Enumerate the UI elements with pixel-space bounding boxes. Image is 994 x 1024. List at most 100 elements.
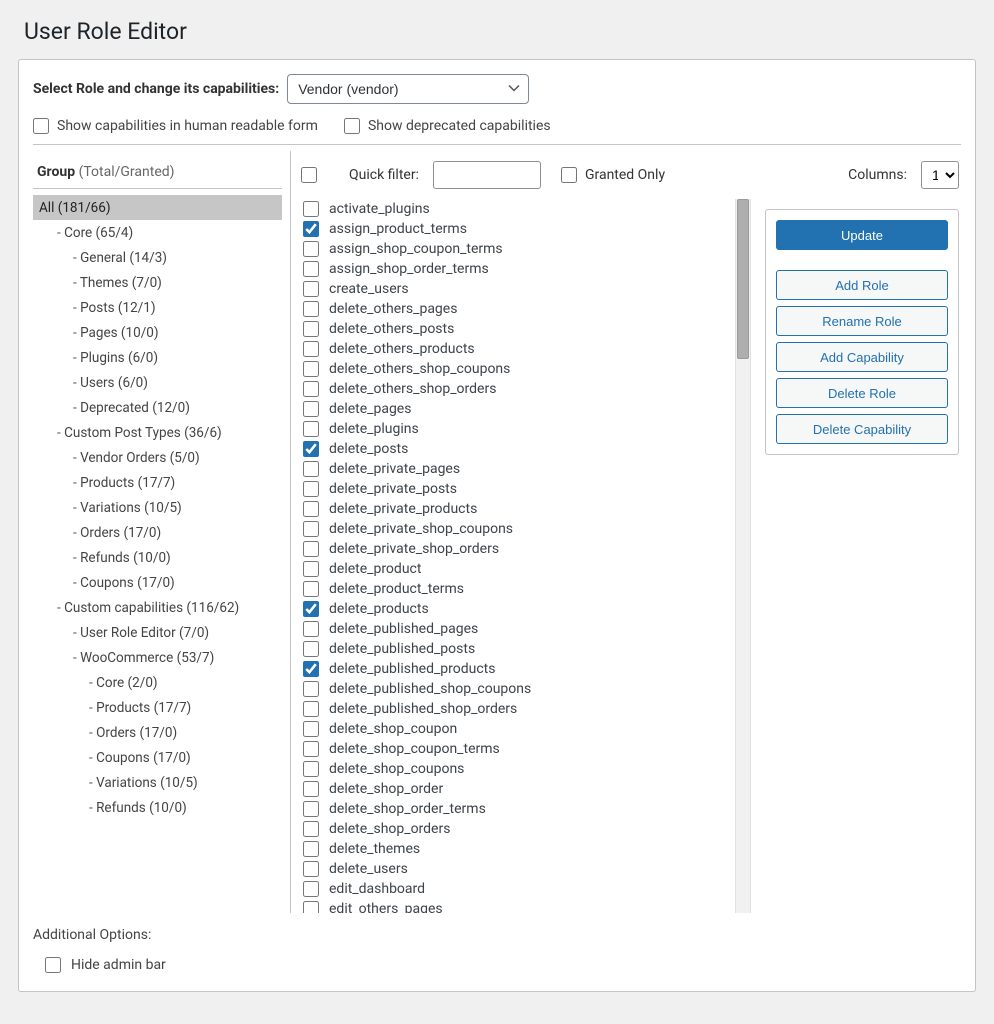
capability-checkbox[interactable] (303, 381, 319, 397)
capability-label: delete_shop_orders (329, 821, 450, 837)
capability-row: delete_others_shop_orders (301, 379, 735, 399)
group-node[interactable]: - Coupons (17/0) (83, 745, 282, 770)
deprecated-option[interactable]: Show deprecated capabilities (344, 118, 551, 134)
deprecated-label: Show deprecated capabilities (368, 118, 551, 134)
capability-label: delete_product_terms (329, 581, 464, 597)
capability-checkbox[interactable] (303, 281, 319, 297)
capability-checkbox[interactable] (303, 741, 319, 757)
group-node[interactable]: - Orders (17/0) (67, 520, 282, 545)
capability-checkbox[interactable] (303, 661, 319, 677)
capability-checkbox[interactable] (303, 781, 319, 797)
group-node[interactable]: All (181/66) (33, 195, 282, 220)
capability-row: delete_product_terms (301, 579, 735, 599)
human-readable-checkbox[interactable] (33, 118, 49, 134)
capability-checkbox[interactable] (303, 761, 319, 777)
capability-label: delete_posts (329, 441, 408, 457)
capability-checkbox[interactable] (303, 321, 319, 337)
group-node[interactable]: - Variations (10/5) (83, 770, 282, 795)
capability-checkbox[interactable] (303, 801, 319, 817)
group-node[interactable]: - Plugins (6/0) (67, 345, 282, 370)
capability-checkbox[interactable] (303, 201, 319, 217)
granted-only-label: Granted Only (585, 167, 665, 183)
group-node[interactable]: - Refunds (10/0) (67, 545, 282, 570)
deprecated-checkbox[interactable] (344, 118, 360, 134)
capability-label: delete_others_shop_orders (329, 381, 496, 397)
add-capability-button[interactable]: Add Capability (776, 342, 948, 372)
capability-label: delete_others_pages (329, 301, 457, 317)
capability-row: delete_published_shop_coupons (301, 679, 735, 699)
capability-row: assign_shop_coupon_terms (301, 239, 735, 259)
capability-checkbox[interactable] (303, 881, 319, 897)
scrollbar[interactable] (735, 199, 751, 913)
group-node[interactable]: - Deprecated (12/0) (67, 395, 282, 420)
group-node[interactable]: - Core (65/4) (51, 220, 282, 245)
group-node[interactable]: - User Role Editor (7/0) (67, 620, 282, 645)
group-node[interactable]: - General (14/3) (67, 245, 282, 270)
capability-label: delete_themes (329, 841, 420, 857)
capability-checkbox[interactable] (303, 361, 319, 377)
capability-checkbox[interactable] (303, 621, 319, 637)
capability-checkbox[interactable] (303, 601, 319, 617)
capability-checkbox[interactable] (303, 501, 319, 517)
capability-checkbox[interactable] (303, 481, 319, 497)
group-node[interactable]: - Pages (10/0) (67, 320, 282, 345)
capability-label: delete_private_products (329, 501, 477, 517)
capability-checkbox[interactable] (303, 421, 319, 437)
group-node[interactable]: - WooCommerce (53/7) (67, 645, 282, 670)
capability-checkbox[interactable] (303, 461, 319, 477)
scrollbar-thumb[interactable] (737, 199, 749, 359)
capability-checkbox[interactable] (303, 721, 319, 737)
capability-checkbox[interactable] (303, 901, 319, 913)
hide-admin-bar-checkbox[interactable] (45, 957, 61, 973)
group-node[interactable]: - Vendor Orders (5/0) (67, 445, 282, 470)
granted-only-option[interactable]: Granted Only (561, 167, 665, 183)
capability-checkbox[interactable] (303, 701, 319, 717)
group-node[interactable]: - Products (17/7) (83, 695, 282, 720)
quick-filter-label: Quick filter: (349, 167, 419, 183)
capability-label: edit_dashboard (329, 881, 425, 897)
capability-row: edit_dashboard (301, 879, 735, 899)
quick-filter-input[interactable] (433, 161, 541, 189)
capability-row: delete_private_shop_orders (301, 539, 735, 559)
group-node[interactable]: - Custom capabilities (116/62) (51, 595, 282, 620)
role-select[interactable]: Vendor (vendor) (287, 74, 529, 104)
group-node[interactable]: - Products (17/7) (67, 470, 282, 495)
group-node[interactable]: - Coupons (17/0) (67, 570, 282, 595)
capability-checkbox[interactable] (303, 581, 319, 597)
group-node[interactable]: - Orders (17/0) (83, 720, 282, 745)
group-node[interactable]: - Themes (7/0) (67, 270, 282, 295)
group-node[interactable]: - Custom Post Types (36/6) (51, 420, 282, 445)
group-node[interactable]: - Core (2/0) (83, 670, 282, 695)
capability-checkbox[interactable] (303, 641, 319, 657)
group-node[interactable]: - Variations (10/5) (67, 495, 282, 520)
hide-admin-bar-option[interactable]: Hide admin bar (45, 957, 961, 973)
group-node[interactable]: - Posts (12/1) (67, 295, 282, 320)
capability-checkbox[interactable] (303, 401, 319, 417)
capability-checkbox[interactable] (303, 441, 319, 457)
select-all-checkbox[interactable] (301, 167, 317, 183)
capability-row: delete_shop_order_terms (301, 799, 735, 819)
capability-checkbox[interactable] (303, 561, 319, 577)
capability-label: delete_others_posts (329, 321, 454, 337)
capability-checkbox[interactable] (303, 521, 319, 537)
capability-checkbox[interactable] (303, 841, 319, 857)
capability-checkbox[interactable] (303, 221, 319, 237)
capability-checkbox[interactable] (303, 821, 319, 837)
capability-checkbox[interactable] (303, 861, 319, 877)
capability-checkbox[interactable] (303, 261, 319, 277)
update-button[interactable]: Update (776, 220, 948, 250)
group-node[interactable]: - Users (6/0) (67, 370, 282, 395)
add-role-button[interactable]: Add Role (776, 270, 948, 300)
capability-checkbox[interactable] (303, 301, 319, 317)
delete-role-button[interactable]: Delete Role (776, 378, 948, 408)
group-node[interactable]: - Refunds (10/0) (83, 795, 282, 820)
capability-checkbox[interactable] (303, 341, 319, 357)
granted-only-checkbox[interactable] (561, 167, 577, 183)
capability-checkbox[interactable] (303, 681, 319, 697)
human-readable-option[interactable]: Show capabilities in human readable form (33, 118, 318, 134)
capability-checkbox[interactable] (303, 241, 319, 257)
capability-checkbox[interactable] (303, 541, 319, 557)
columns-select[interactable]: 1 (921, 161, 959, 189)
delete-capability-button[interactable]: Delete Capability (776, 414, 948, 444)
rename-role-button[interactable]: Rename Role (776, 306, 948, 336)
